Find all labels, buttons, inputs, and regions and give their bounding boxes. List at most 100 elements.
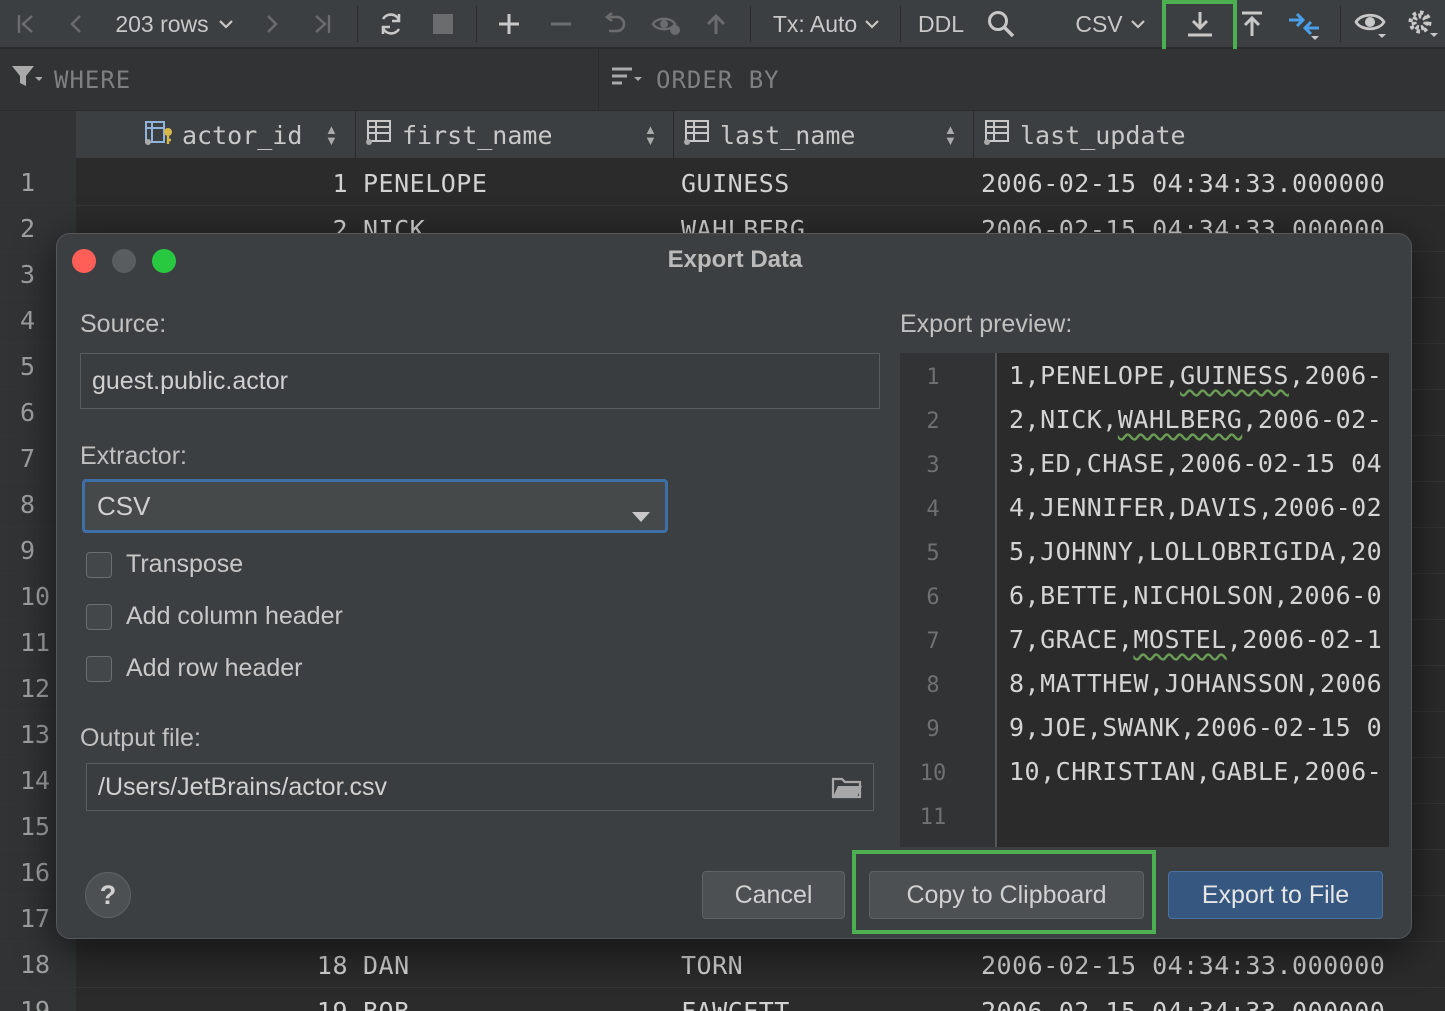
sort-arrows-icon[interactable]: ▲ ▼ (644, 123, 657, 147)
rows-dropdown[interactable]: 203 rows (104, 0, 244, 48)
chevron-down-icon (218, 19, 233, 29)
table-cell[interactable]: FAWCETT (681, 988, 971, 1011)
source-field: guest.public.actor (80, 353, 880, 409)
preview-line: 1,PENELOPE,GUINESS,2006- (1009, 361, 1383, 390)
column-header-first-name[interactable]: first_name (364, 111, 672, 159)
checkbox-label: Transpose (126, 550, 244, 578)
last-page-icon[interactable] (304, 0, 340, 48)
preview-line-number: 9 (926, 717, 940, 742)
table-cell[interactable]: 2006-02-15 04:34:33.000000 (981, 160, 1441, 206)
where-filter-input[interactable]: WHERE (10, 49, 590, 111)
row-number[interactable]: 18 (0, 941, 76, 987)
stop-icon[interactable] (424, 0, 462, 48)
sort-arrows-icon[interactable]: ▲ ▼ (944, 123, 957, 147)
table-cell[interactable]: 2006-02-15 04:34:33.000000 (981, 942, 1441, 988)
table-cell[interactable]: GUINESS (681, 160, 971, 206)
table-cell[interactable]: 1 (80, 160, 348, 206)
maximize-window-button[interactable] (152, 249, 176, 273)
preview-line: 8,MATTHEW,JOHANSSON,2006 (1009, 669, 1383, 698)
preview-line: 7,GRACE,MOSTEL,2006-02-1 (1009, 625, 1383, 654)
checkbox-box[interactable] (86, 655, 112, 682)
rows-count-label: 203 rows (115, 10, 209, 37)
preview-line-number: 3 (926, 453, 940, 478)
submit-icon[interactable] (698, 0, 734, 48)
row-number[interactable]: 19 (0, 987, 76, 1011)
preview-line-number: 7 (926, 629, 940, 654)
table-cell[interactable]: DAN (363, 942, 663, 988)
dropdown-arrow-icon (631, 499, 651, 530)
checkbox-box[interactable] (86, 603, 112, 630)
preview-line: 5,JOHNNY,LOLLOBRIGIDA,20 (1009, 537, 1383, 566)
copy-highlight-frame (852, 850, 1156, 934)
folder-icon[interactable] (831, 775, 863, 806)
add-row-icon[interactable] (490, 0, 528, 48)
table-cell[interactable]: BOB (363, 988, 663, 1011)
dialog-title: Export Data (667, 246, 803, 273)
settings-icon[interactable] (1402, 0, 1442, 48)
preview-line-number: 1 (926, 365, 940, 390)
table-cell[interactable]: 2006-02-15 04:34:33.000000 (981, 988, 1441, 1011)
transaction-mode-dropdown[interactable]: Tx: Auto (766, 0, 886, 48)
next-page-icon[interactable] (254, 0, 290, 48)
column-icon (682, 118, 712, 152)
transpose-checkbox[interactable]: Transpose (86, 550, 243, 579)
column-header-last-update[interactable]: last_update (982, 111, 1442, 159)
column-name: first_name (402, 120, 553, 150)
table-cell[interactable]: PENELOPE (363, 160, 663, 206)
preview-line: 3,ED,CHASE,2006-02-15 04 (1009, 449, 1383, 478)
preview-line-number: 4 (926, 497, 940, 522)
preview-line-number: 2 (926, 409, 940, 434)
sort-arrows-icon[interactable]: ▲ ▼ (325, 123, 338, 147)
preview-line-number: 10 (919, 761, 947, 786)
preview-line-number: 5 (926, 541, 940, 566)
column-header-actor-id[interactable]: actor_id (144, 111, 355, 159)
order-by-input[interactable]: ORDER BY (610, 49, 1210, 111)
compare-icon[interactable] (1282, 0, 1326, 48)
row-number[interactable]: 1 (0, 159, 76, 205)
output-file-label: Output file: (80, 724, 201, 752)
checkbox-box[interactable] (86, 551, 112, 578)
column-name: last_name (720, 120, 856, 150)
export-data-dialog: Export Data Source: guest.public.actor E… (56, 233, 1412, 939)
extractor-label: Extractor: (80, 442, 187, 470)
search-icon[interactable] (982, 0, 1020, 48)
preview-changes-icon[interactable] (646, 0, 686, 48)
revert-icon[interactable] (594, 0, 634, 48)
prev-page-icon[interactable] (58, 0, 94, 48)
add-column-header-checkbox[interactable]: Add column header (86, 602, 343, 631)
table-cell[interactable]: TORN (681, 942, 971, 988)
column-name: actor_id (182, 120, 303, 150)
where-label: WHERE (54, 66, 132, 94)
preview-line: 2,NICK,WAHLBERG,2006-02- (1009, 405, 1383, 434)
preview-line: 9,JOE,SWANK,2006-02-15 0 (1009, 713, 1383, 742)
checkbox-label: Add row header (126, 654, 303, 682)
add-row-header-checkbox[interactable]: Add row header (86, 654, 303, 683)
ddl-button[interactable]: DDL (912, 0, 970, 48)
output-file-input[interactable]: /Users/JetBrains/actor.csv (86, 763, 874, 811)
close-window-button[interactable] (72, 249, 96, 273)
ddl-label: DDL (917, 10, 964, 37)
column-header-last-name[interactable]: last_name (682, 111, 974, 159)
delete-row-icon[interactable] (542, 0, 580, 48)
preview-line: 4,JENNIFER,DAVIS,2006-02 (1009, 493, 1383, 522)
format-dropdown[interactable]: CSV (1068, 0, 1152, 48)
import-icon[interactable] (1234, 0, 1270, 48)
view-icon[interactable] (1350, 0, 1392, 48)
table-cell[interactable]: 18 (80, 942, 348, 988)
column-icon (364, 118, 394, 152)
output-file-value: /Users/JetBrains/actor.csv (98, 772, 387, 801)
chevron-down-icon (865, 19, 879, 29)
preview-line-number: 6 (926, 585, 940, 610)
column-icon (982, 118, 1012, 152)
checkbox-label: Add column header (126, 602, 343, 630)
cancel-button[interactable]: Cancel (702, 871, 845, 919)
refresh-icon[interactable] (372, 0, 410, 48)
help-button[interactable]: ? (85, 872, 131, 918)
column-name: last_update (1020, 120, 1186, 150)
extractor-select[interactable]: CSV (82, 479, 668, 533)
table-cell[interactable]: 19 (80, 988, 348, 1011)
first-page-icon[interactable] (8, 0, 44, 48)
export-preview: 1 2 3 4 5 6 7 8 9 10 11 1,PENELOPE,GUINESS,2006- 2,N… (900, 353, 1389, 847)
export-to-file-button[interactable]: Export to File (1168, 871, 1383, 919)
minimize-window-button[interactable] (112, 249, 136, 273)
